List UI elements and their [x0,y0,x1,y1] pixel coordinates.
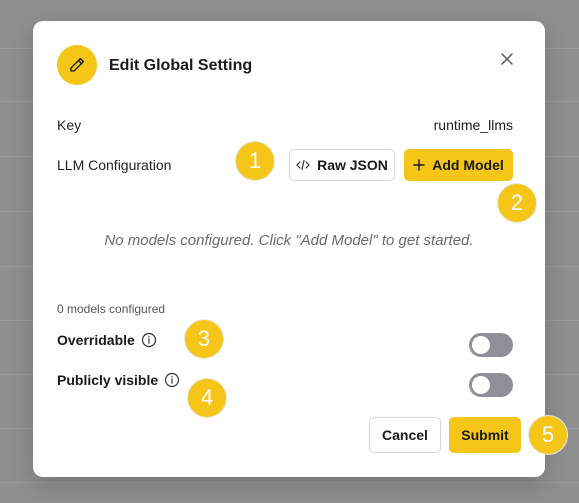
edit-global-setting-dialog: Edit Global Setting Key runtime_llms LLM… [33,21,545,477]
overridable-row: Overridable [57,332,157,348]
cancel-button[interactable]: Cancel [369,417,441,453]
info-icon[interactable] [164,372,180,388]
step-marker-5: 5 [528,415,568,455]
empty-state-message: No models configured. Click "Add Model" … [104,232,474,249]
add-model-label: Add Model [432,157,504,173]
toggle-knob [472,336,490,354]
add-model-button[interactable]: Add Model [404,149,513,181]
raw-json-label: Raw JSON [317,157,388,173]
dialog-title: Edit Global Setting [109,57,253,74]
submit-button[interactable]: Submit [449,417,521,453]
step-marker-2: 2 [497,183,537,223]
key-label: Key [57,117,82,133]
raw-json-button[interactable]: Raw JSON [289,149,395,181]
pencil-icon [57,45,97,85]
step-marker-1: 1 [235,141,275,181]
step-marker-4: 4 [187,378,227,418]
publicly-visible-toggle[interactable] [469,373,513,397]
step-marker-3: 3 [184,319,224,359]
key-value: runtime_llms [433,117,513,133]
publicly-visible-label: Publicly visible [57,372,159,388]
toggle-knob [472,376,490,394]
info-icon[interactable] [141,332,157,348]
overridable-label: Overridable [57,332,135,348]
models-count: 0 models configured [57,302,166,316]
publicly-visible-row: Publicly visible [57,372,180,388]
llm-configuration-label: LLM Configuration [57,157,172,173]
close-icon[interactable] [497,49,517,69]
overridable-toggle[interactable] [469,333,513,357]
plus-icon [413,159,425,171]
code-icon [296,159,310,171]
